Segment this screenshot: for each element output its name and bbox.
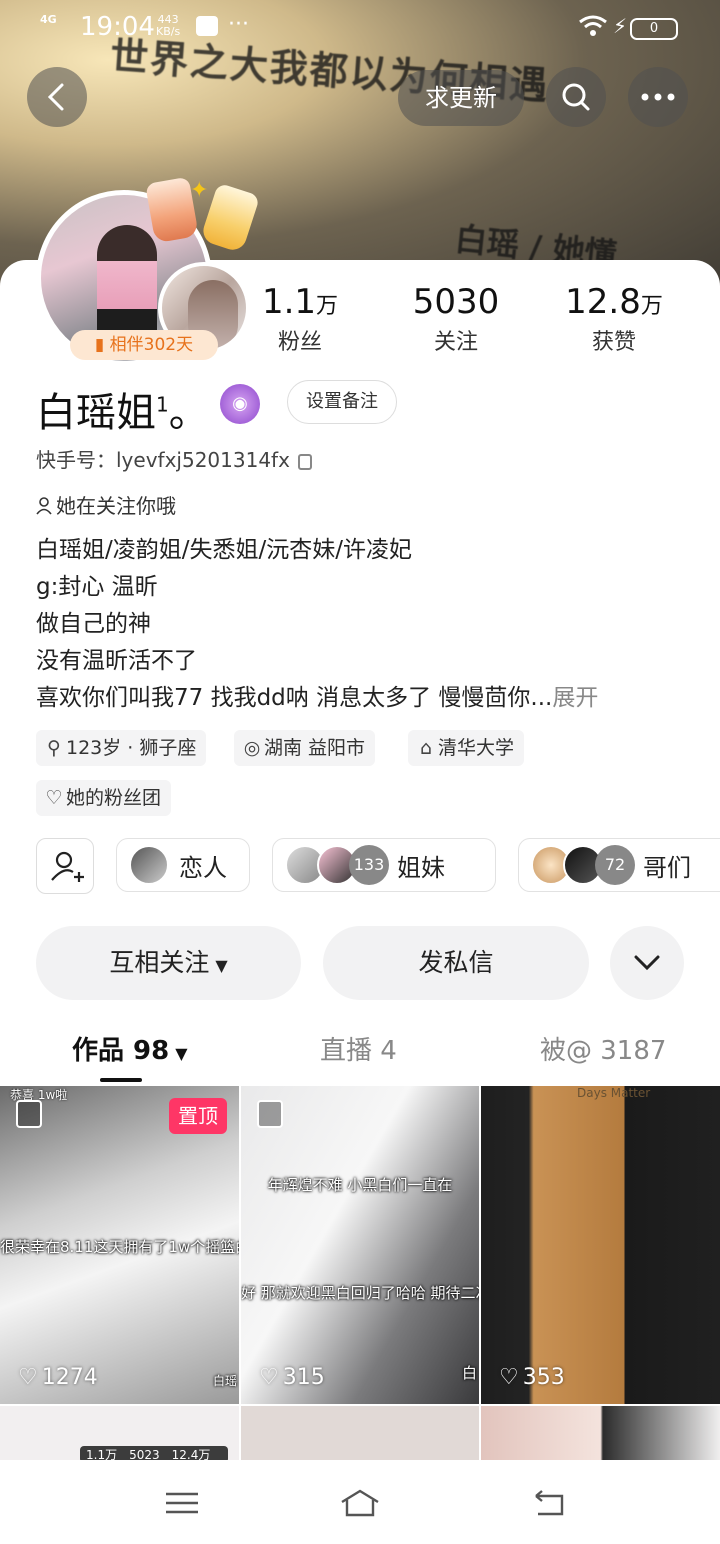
heart-icon: ♡ xyxy=(18,1365,38,1390)
search-icon xyxy=(562,83,590,111)
copy-icon[interactable] xyxy=(297,453,312,470)
graduation-cap-icon: ⌂ xyxy=(419,737,433,759)
battery-indicator: 0 xyxy=(630,18,678,40)
profile-name: 白瑶姐1。 xyxy=(36,390,209,436)
work-tile[interactable]: Days Matter ♡ 353 xyxy=(481,1086,720,1404)
companion-badge[interactable]: ▮ 相伴302天 xyxy=(70,330,218,360)
sparkle-icon: ✦ xyxy=(190,178,209,203)
work-tile[interactable] xyxy=(481,1406,720,1466)
active-tab-indicator xyxy=(100,1078,142,1082)
caret-down-icon: ▼ xyxy=(175,1044,188,1063)
request-update-button[interactable]: 求更新 xyxy=(398,70,524,126)
status-bar: 4G 19:04 443 KB/s ··· ⚡ 0 xyxy=(0,0,720,56)
clock: 19:04 xyxy=(80,12,155,42)
heart-icon: ♡ xyxy=(499,1365,519,1390)
network-speed: 443 KB/s xyxy=(156,13,181,38)
location-icon: ◎ xyxy=(243,737,261,759)
stat-likes[interactable]: 12.8万 获赞 xyxy=(554,282,674,356)
relation-count: 133 xyxy=(349,845,389,885)
work-likes: ♡ 1274 xyxy=(18,1365,98,1390)
search-button[interactable] xyxy=(546,67,606,127)
pinned-badge: 置顶 xyxy=(169,1098,227,1134)
relation-count: 72 xyxy=(595,845,635,885)
back-button[interactable] xyxy=(27,67,87,127)
back-nav-icon[interactable] xyxy=(528,1488,568,1518)
send-message-button[interactable]: 发私信 xyxy=(323,926,589,1000)
tab-works[interactable]: 作品 98 ▼ xyxy=(72,1030,188,1067)
message-notification-icon xyxy=(196,16,218,36)
tag-age: ⚲ 123岁 · 狮子座 xyxy=(36,730,207,766)
work-tile[interactable]: 1.1万 5023 12.4万 xyxy=(0,1406,239,1466)
wifi-icon xyxy=(579,15,607,36)
tag-school: ⌂ 清华大学 xyxy=(408,730,525,766)
cup-icon: ▮ xyxy=(94,335,105,355)
stat-following[interactable]: 5030 关注 xyxy=(396,282,516,356)
network-indicator: 4G xyxy=(40,13,57,26)
work-tile[interactable]: 年辉煌不难 小黑白们一直在 好 那就欢迎黑白回归了哈哈 期待二次 ♡ 315 白 xyxy=(241,1086,479,1404)
image-icon xyxy=(16,1100,42,1128)
mutual-follow-button[interactable]: 互相关注 ▼ xyxy=(36,926,301,1000)
set-remark-button[interactable]: 设置备注 xyxy=(287,380,397,424)
work-likes: ♡ 315 xyxy=(259,1365,325,1390)
verified-badge-icon[interactable]: ◉ xyxy=(220,384,260,424)
heart-icon: ♡ xyxy=(259,1365,279,1390)
home-icon[interactable] xyxy=(340,1488,380,1518)
work-caption: 年辉煌不难 小黑白们一直在 xyxy=(267,1176,453,1194)
tag-location: ◎ 湖南 益阳市 xyxy=(234,730,376,766)
bio: 白瑶姐/凌韵姐/失悉姐/沅杏妹/许凌妃 g:封心 温昕 做自己的神 没有温昕活不… xyxy=(36,537,599,711)
work-likes: ♡ 353 xyxy=(499,1365,565,1390)
chevron-left-icon xyxy=(47,83,64,111)
relation-avatar xyxy=(129,845,169,885)
caret-down-icon: ▼ xyxy=(215,956,228,975)
relation-bro[interactable]: 72 哥们 xyxy=(518,838,720,892)
person-icon xyxy=(36,497,52,515)
relation-sister[interactable]: 133 姐妹 xyxy=(272,838,496,892)
chevron-down-icon xyxy=(634,955,660,971)
add-friend-button[interactable] xyxy=(36,838,94,894)
image-icon xyxy=(257,1100,283,1128)
gender-icon: ⚲ xyxy=(47,737,61,759)
expand-recommendations-button[interactable] xyxy=(610,926,684,1000)
add-person-icon xyxy=(51,851,84,882)
system-nav-bar xyxy=(0,1460,720,1544)
work-caption: 好 那就欢迎黑白回归了哈哈 期待二次 xyxy=(241,1284,479,1302)
tab-mentions[interactable]: 被@ 3187 xyxy=(540,1030,666,1067)
work-tile[interactable] xyxy=(241,1406,479,1466)
stat-fans[interactable]: 1.1万 粉丝 xyxy=(240,282,360,356)
heart-hands-icon: ♡ xyxy=(45,787,63,809)
expand-bio-link[interactable]: 展开 xyxy=(552,685,598,711)
follows-you-hint: 她在关注你哦 xyxy=(36,490,176,519)
more-button[interactable] xyxy=(628,67,688,127)
tag-fanclub[interactable]: ♡ 她的粉丝团 xyxy=(36,780,172,816)
tab-live[interactable]: 直播 4 xyxy=(320,1030,397,1067)
work-caption: 很荣幸在8.11这天拥有了1w个摇篮曲啦 xyxy=(0,1238,239,1256)
work-tile[interactable]: 恭喜 1w啦 置顶 很荣幸在8.11这天拥有了1w个摇篮曲啦 ♡ 1274 白瑶 xyxy=(0,1086,239,1404)
more-notifications-icon: ··· xyxy=(228,12,249,37)
more-icon xyxy=(641,93,675,101)
kuaishou-id: 快手号：lyevfxj5201314fx xyxy=(36,444,312,473)
charging-icon: ⚡ xyxy=(613,14,628,38)
menu-icon[interactable] xyxy=(162,1488,202,1518)
relation-lover[interactable]: 恋人 xyxy=(116,838,250,892)
